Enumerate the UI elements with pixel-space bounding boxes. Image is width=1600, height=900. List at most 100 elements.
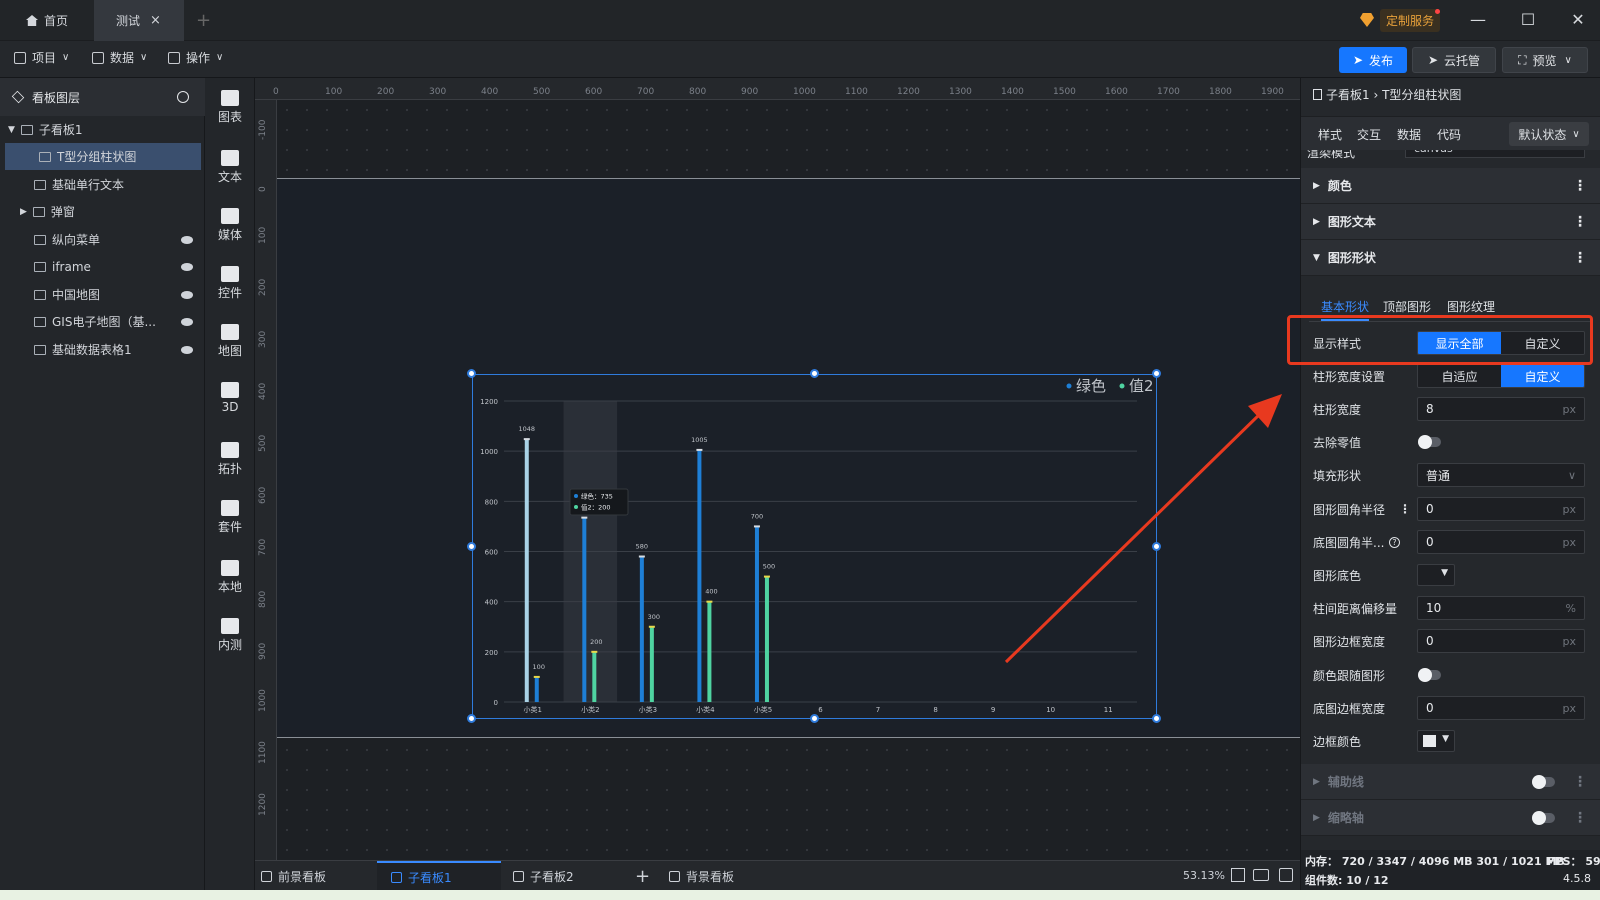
fit-icon[interactable] <box>1231 868 1245 882</box>
comp-beta[interactable]: 内测 <box>205 618 255 653</box>
window-close-icon[interactable]: ✕ <box>1566 8 1590 32</box>
bar-cap <box>581 516 588 519</box>
subtab-top-shape[interactable]: 顶部图形 <box>1383 298 1431 315</box>
guide-line-toggle[interactable] <box>1532 775 1555 789</box>
x-tick-label: 7 <box>876 706 880 714</box>
adaptive-option[interactable]: 自适应 <box>1418 365 1501 387</box>
comp-control[interactable]: 控件 <box>205 266 255 301</box>
comp-kit[interactable]: 套件 <box>205 500 255 535</box>
eye-off-icon[interactable] <box>181 345 193 354</box>
layer-vmenu[interactable]: 纵向菜单 <box>0 226 205 253</box>
tab-style[interactable]: 样式 <box>1318 126 1342 143</box>
eye-off-icon[interactable] <box>181 262 193 271</box>
custom-service-button[interactable]: 定制服务 <box>1360 8 1441 32</box>
tab-sub1[interactable]: 子看板1 <box>377 861 501 891</box>
tab-label: 子看板2 <box>530 869 574 884</box>
preview-button[interactable]: ⛶ 预览 ∨ <box>1502 47 1588 73</box>
minimize-icon[interactable]: — <box>1466 8 1490 32</box>
maximize-icon[interactable]: ☐ <box>1516 8 1540 32</box>
tab-interaction[interactable]: 交互 <box>1357 126 1381 143</box>
legend-dot <box>1066 383 1072 389</box>
input-value: 0 <box>1426 535 1434 549</box>
layer-board[interactable]: ▼ 子看板1 <box>0 116 205 143</box>
zoom-level[interactable]: 53.13% <box>1183 869 1225 882</box>
more-icon[interactable]: ⋮ <box>1573 810 1587 826</box>
base-border-input[interactable]: 0 px <box>1417 696 1585 720</box>
bar-series1 <box>697 449 702 702</box>
y-tick-label: 200 <box>485 649 498 657</box>
more-icon[interactable]: ⋮ <box>1399 502 1411 516</box>
menu-project[interactable]: 项目 ∨ <box>14 49 69 66</box>
fill-shape-select[interactable]: 普通 ∨ <box>1417 463 1585 487</box>
tab-data[interactable]: 数据 <box>1397 126 1421 143</box>
custom-width-option[interactable]: 自定义 <box>1501 365 1584 387</box>
bar-width-input[interactable]: 8 px <box>1417 397 1585 421</box>
layer-gis-map[interactable]: GIS电子地图（基... <box>0 308 205 335</box>
search-icon[interactable] <box>177 91 189 103</box>
border-color-picker[interactable]: ▼ <box>1417 730 1455 752</box>
tab-home[interactable]: 首页 <box>14 0 94 41</box>
menu-data[interactable]: 数据 ∨ <box>92 49 147 66</box>
section-color[interactable]: ▶ 颜色 ⋮ <box>1301 168 1600 204</box>
menu-operation-label: 操作 <box>186 51 211 65</box>
section-shape-text[interactable]: ▶ 图形文本 ⋮ <box>1301 204 1600 240</box>
add-board-icon[interactable]: + <box>635 861 650 891</box>
tab-foreground[interactable]: 前景看板 <box>261 861 326 891</box>
data-label: 200 <box>590 638 602 646</box>
eye-off-icon[interactable] <box>181 290 193 299</box>
row-remove-zero: 去除零值 <box>1313 429 1593 455</box>
more-icon[interactable]: ⋮ <box>1573 178 1587 194</box>
tab-background[interactable]: 背景看板 <box>669 861 734 891</box>
add-tab-icon[interactable]: + <box>196 10 211 31</box>
row-label: 去除零值 <box>1313 435 1362 450</box>
comp-map[interactable]: 地图 <box>205 324 255 359</box>
section-shape[interactable]: ▼ 图形形状 ⋮ <box>1301 240 1600 276</box>
layer-table[interactable]: 基础数据表格1 <box>0 336 205 363</box>
tab-code[interactable]: 代码 <box>1437 126 1461 143</box>
section-zoom-axis[interactable]: ▶ 缩略轴 ⋮ <box>1301 800 1600 836</box>
publish-button[interactable]: ➤ 发布 <box>1339 47 1407 73</box>
zoom-axis-toggle[interactable] <box>1532 811 1555 825</box>
home-icon <box>26 15 38 26</box>
base-radius-input[interactable]: 0 px <box>1417 530 1585 554</box>
help-icon[interactable]: ? <box>1389 536 1400 548</box>
remove-zero-toggle[interactable] <box>1418 435 1441 449</box>
tab-sub2[interactable]: 子看板2 <box>513 861 574 891</box>
more-icon[interactable]: ⋮ <box>1573 774 1587 790</box>
more-icon[interactable]: ⋮ <box>1573 250 1587 266</box>
comp-local[interactable]: 本地 <box>205 560 255 595</box>
layers-icon <box>11 90 25 104</box>
comp-text[interactable]: 文本 <box>205 150 255 185</box>
keyboard-icon[interactable] <box>1253 869 1269 881</box>
comp-label: 本地 <box>217 580 242 594</box>
cloud-host-button[interactable]: ➤ 云托管 <box>1412 47 1496 73</box>
layer-iframe[interactable]: iframe <box>0 253 205 280</box>
comp-chart[interactable]: 图表 <box>205 90 255 125</box>
close-icon[interactable]: × <box>150 13 161 28</box>
border-width-input[interactable]: 0 px <box>1417 629 1585 653</box>
radius-input[interactable]: 0 px <box>1417 497 1585 521</box>
eye-off-icon[interactable] <box>181 235 193 244</box>
layer-tbar-chart[interactable]: T型分组柱状图 <box>5 143 201 170</box>
comp-3d[interactable]: 3D <box>205 382 255 414</box>
state-select[interactable]: 默认状态 ∨ <box>1509 122 1589 146</box>
gap-input[interactable]: 10% <box>1417 596 1585 620</box>
menu-operation[interactable]: 操作 ∨ <box>168 49 223 66</box>
layer-china-map[interactable]: 中国地图 <box>0 281 205 308</box>
row-base-border: 底图边框宽度 0 px <box>1313 695 1593 721</box>
tab-test[interactable]: 测试 × <box>94 0 184 41</box>
base-color-picker[interactable]: ▼ <box>1417 564 1455 586</box>
section-guide-line[interactable]: ▶ 辅助线 ⋮ <box>1301 764 1600 800</box>
follow-color-toggle[interactable] <box>1418 668 1441 682</box>
eye-off-icon[interactable] <box>181 317 193 326</box>
layer-popup[interactable]: ▶ 弹窗 <box>0 198 205 225</box>
terminal-icon[interactable] <box>1279 868 1293 882</box>
layer-text[interactable]: 基础单行文本 <box>0 171 205 198</box>
comp-topology[interactable]: 拓扑 <box>205 442 255 477</box>
subtab-texture[interactable]: 图形纹理 <box>1447 298 1495 315</box>
ruler-tick-label: 1100 <box>258 741 268 764</box>
render-mode-select[interactable]: canvas <box>1405 150 1585 158</box>
iframe-icon <box>34 261 46 272</box>
comp-media[interactable]: 媒体 <box>205 208 255 243</box>
more-icon[interactable]: ⋮ <box>1573 214 1587 230</box>
